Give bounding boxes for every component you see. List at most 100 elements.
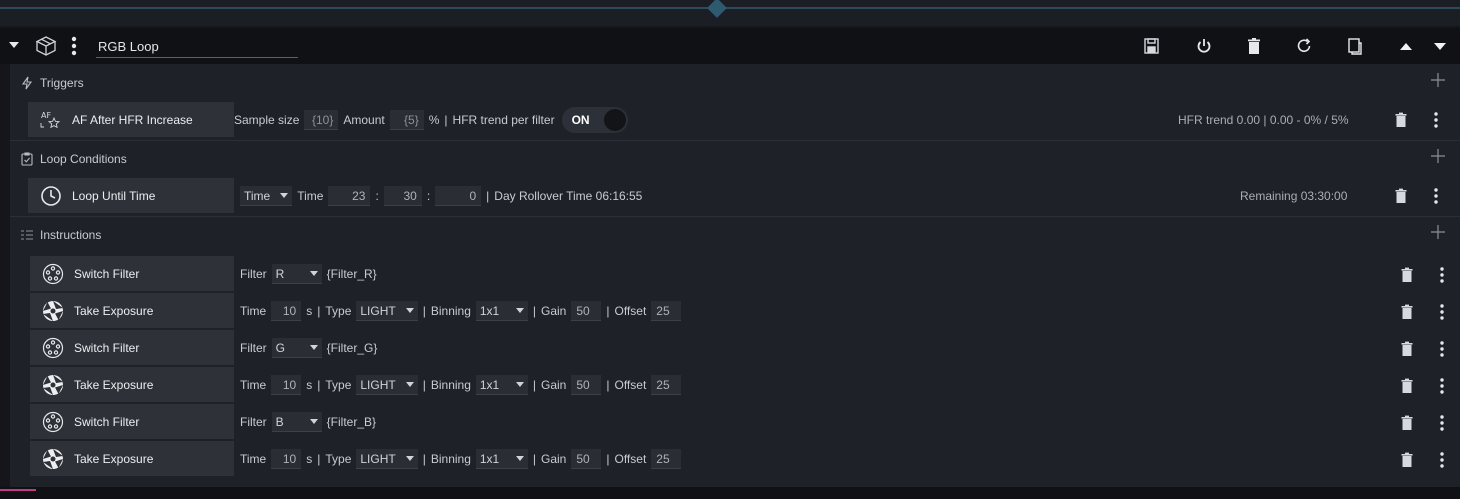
condition-name: Loop Until Time bbox=[72, 188, 156, 203]
kebab-icon[interactable] bbox=[1433, 112, 1439, 128]
kebab-icon[interactable] bbox=[1439, 304, 1445, 320]
sample-size-field[interactable]: {10} bbox=[304, 110, 339, 130]
filter-token: {Filter_R} bbox=[326, 267, 377, 281]
container-title-field[interactable] bbox=[96, 36, 298, 58]
bottom-strip bbox=[0, 487, 1460, 499]
move-down-icon[interactable] bbox=[1430, 36, 1450, 56]
trash-icon[interactable] bbox=[1400, 452, 1414, 468]
minute-field[interactable]: 30 bbox=[383, 186, 422, 206]
type-label: Type bbox=[325, 452, 352, 466]
trash-icon[interactable] bbox=[1400, 267, 1414, 283]
container-box-icon bbox=[35, 36, 57, 56]
offset-field[interactable]: 25 bbox=[651, 301, 682, 321]
filter-select[interactable]: B bbox=[271, 412, 322, 432]
chevron-down-icon bbox=[309, 419, 318, 424]
gain-label: Gain bbox=[541, 378, 567, 392]
more-vertical-icon[interactable] bbox=[70, 36, 78, 56]
exposure-time-field[interactable]: 10 bbox=[271, 449, 302, 469]
kebab-icon[interactable] bbox=[1439, 378, 1445, 394]
hour-field[interactable]: 23 bbox=[328, 186, 371, 206]
instruction-card[interactable]: Take Exposure bbox=[30, 441, 234, 476]
binning-select[interactable]: 1x1 bbox=[475, 375, 528, 395]
power-icon[interactable] bbox=[1194, 36, 1214, 56]
delete-icon[interactable] bbox=[1244, 36, 1264, 56]
trash-icon[interactable] bbox=[1394, 188, 1408, 204]
filter-select[interactable]: R bbox=[271, 264, 322, 284]
exposure-time-field[interactable]: 10 bbox=[271, 375, 302, 395]
kebab-icon[interactable] bbox=[1433, 188, 1439, 204]
condition-params: Time Time 23 : 30 : 0 | Day Rollover Tim… bbox=[240, 178, 642, 214]
trash-icon[interactable] bbox=[1400, 415, 1414, 431]
type-select[interactable]: LIGHT bbox=[356, 449, 418, 469]
trash-icon[interactable] bbox=[1400, 378, 1414, 394]
add-trigger-icon[interactable] bbox=[1430, 72, 1446, 88]
binning-select[interactable]: 1x1 bbox=[475, 449, 528, 469]
instruction-params: Time 10 s | Type LIGHT | Binning 1x1 | G… bbox=[240, 441, 682, 477]
filter-select[interactable]: G bbox=[271, 338, 322, 358]
colon: : bbox=[426, 189, 431, 203]
move-up-icon[interactable] bbox=[1396, 36, 1416, 56]
kebab-icon[interactable] bbox=[1439, 267, 1445, 283]
clipboard-icon bbox=[21, 152, 33, 166]
copy-icon[interactable] bbox=[1344, 36, 1364, 56]
offset-field[interactable]: 25 bbox=[651, 375, 682, 395]
instruction-card[interactable]: Take Exposure bbox=[30, 293, 234, 328]
save-icon[interactable] bbox=[1142, 36, 1162, 56]
binning-select[interactable]: 1x1 bbox=[475, 301, 528, 321]
hfr-trend-label: HFR trend per filter bbox=[452, 113, 555, 127]
trigger-card[interactable]: AF AF After HFR Increase bbox=[28, 102, 234, 137]
percent-unit: % bbox=[428, 113, 440, 127]
instruction-name: Switch Filter bbox=[74, 340, 140, 355]
gain-label: Gain bbox=[541, 304, 567, 318]
condition-mode-select[interactable]: Time bbox=[240, 186, 293, 206]
binning-label: Binning bbox=[430, 452, 471, 466]
instruction-card[interactable]: Switch Filter bbox=[30, 404, 234, 439]
type-select[interactable]: LIGHT bbox=[356, 375, 418, 395]
gain-field[interactable]: 50 bbox=[571, 449, 602, 469]
collapse-caret-icon[interactable] bbox=[8, 39, 20, 51]
add-condition-icon[interactable] bbox=[1430, 148, 1446, 164]
kebab-icon[interactable] bbox=[1439, 341, 1445, 357]
exposure-time-field[interactable]: 10 bbox=[271, 301, 302, 321]
type-select[interactable]: LIGHT bbox=[356, 301, 418, 321]
instruction-card[interactable]: Switch Filter bbox=[30, 256, 234, 291]
second-field[interactable]: 0 bbox=[435, 186, 482, 206]
offset-field[interactable]: 25 bbox=[651, 449, 682, 469]
amount-field[interactable]: {5} bbox=[389, 110, 424, 130]
kebab-icon[interactable] bbox=[1439, 452, 1445, 468]
reset-icon[interactable] bbox=[1294, 36, 1314, 56]
instruction-card[interactable]: Switch Filter bbox=[30, 330, 234, 365]
filter-token: {Filter_B} bbox=[326, 415, 377, 429]
time-unit: s bbox=[306, 304, 313, 318]
gain-field[interactable]: 50 bbox=[571, 375, 602, 395]
separator: | bbox=[317, 452, 321, 466]
separator: | bbox=[486, 189, 490, 203]
filter-value: R bbox=[275, 266, 285, 281]
instructions-title: Instructions bbox=[40, 228, 102, 242]
chevron-down-icon bbox=[515, 308, 524, 313]
time-label: Time bbox=[240, 378, 267, 392]
instruction-card[interactable]: Take Exposure bbox=[30, 367, 234, 402]
add-instruction-icon[interactable] bbox=[1430, 224, 1446, 240]
af-text: AF bbox=[41, 111, 51, 120]
conditions-title: Loop Conditions bbox=[40, 152, 127, 166]
container-header bbox=[0, 28, 1460, 64]
trash-icon[interactable] bbox=[1400, 341, 1414, 357]
instruction-params: Filter B {Filter_B} bbox=[240, 404, 376, 440]
chevron-down-icon bbox=[280, 193, 289, 198]
drop-target-marker[interactable] bbox=[707, 0, 727, 18]
instruction-params: Time 10 s | Type LIGHT | Binning 1x1 | G… bbox=[240, 293, 682, 329]
trash-icon[interactable] bbox=[1394, 112, 1408, 128]
instruction-name: Take Exposure bbox=[74, 377, 154, 392]
condition-card[interactable]: Loop Until Time bbox=[28, 178, 234, 213]
separator: | bbox=[606, 304, 610, 318]
hfr-trend-toggle[interactable]: ON bbox=[561, 107, 628, 133]
container-title-input[interactable] bbox=[96, 36, 298, 57]
separator: | bbox=[317, 378, 321, 392]
time-label: Time bbox=[240, 304, 267, 318]
kebab-icon[interactable] bbox=[1439, 415, 1445, 431]
gain-field[interactable]: 50 bbox=[571, 301, 602, 321]
trash-icon[interactable] bbox=[1400, 304, 1414, 320]
drop-indicator bbox=[0, 489, 36, 491]
shutter-icon bbox=[43, 448, 63, 469]
